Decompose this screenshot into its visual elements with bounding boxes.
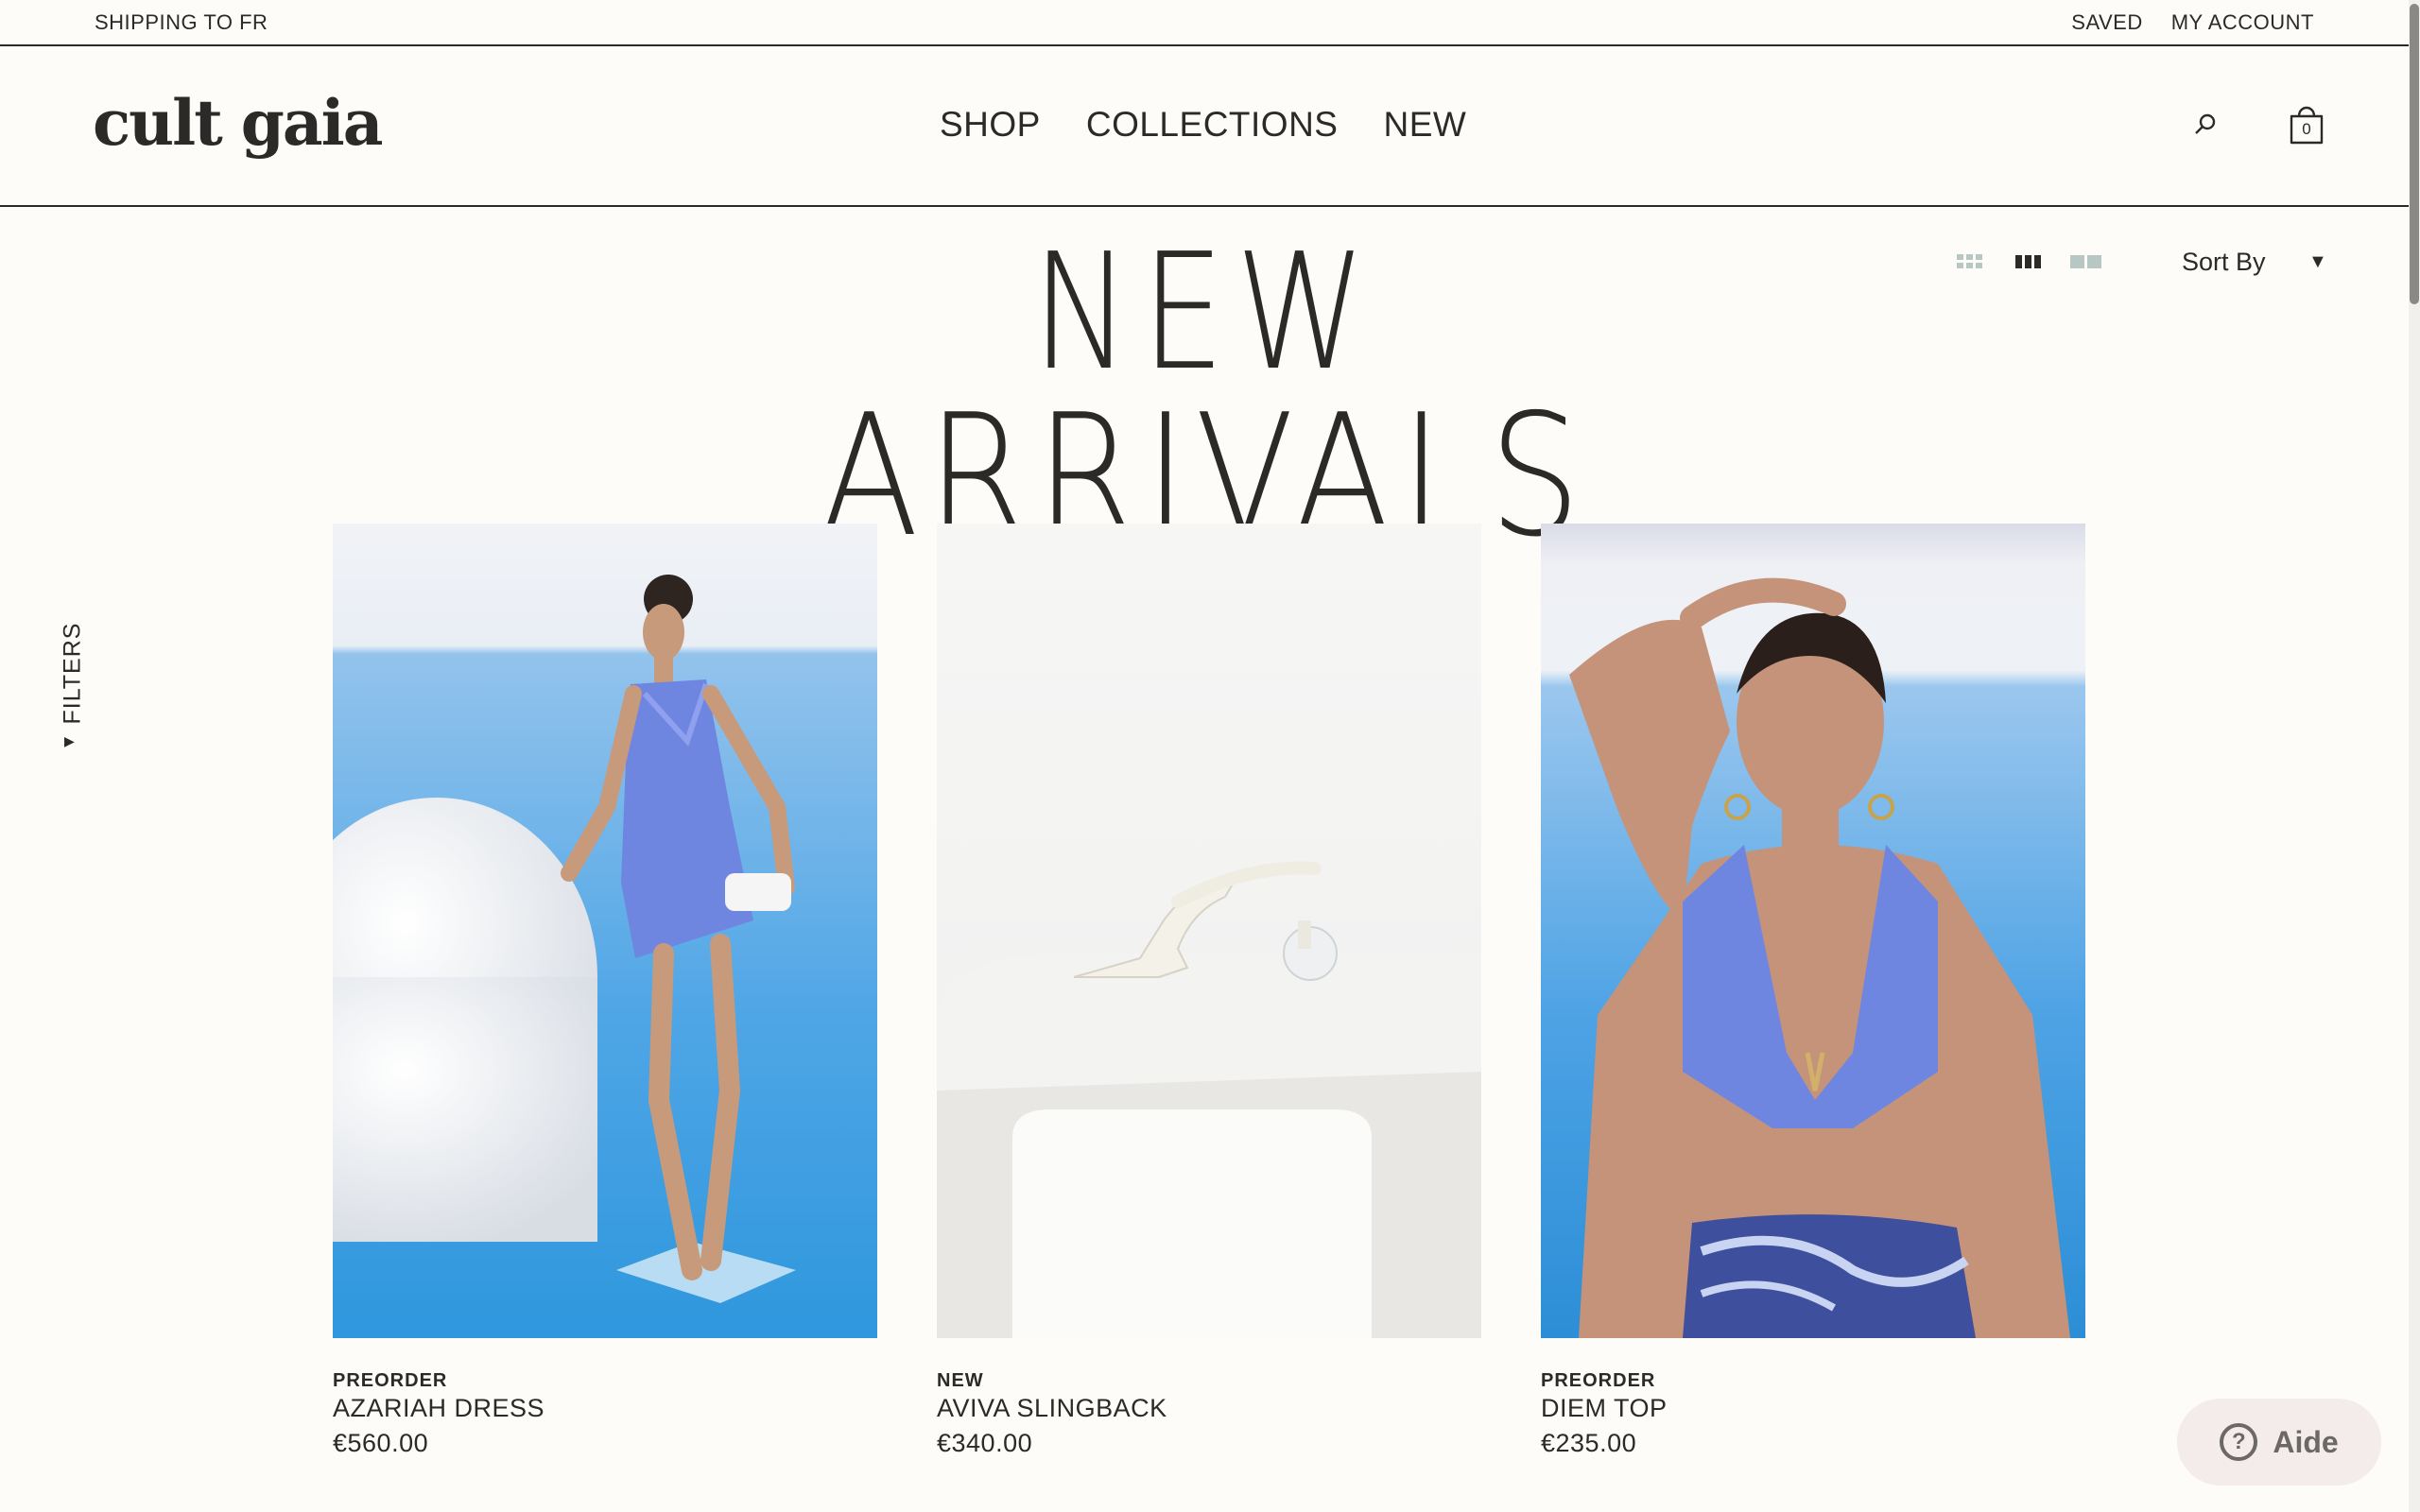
product-image[interactable] [1541,524,2085,1338]
product-card[interactable]: NEW AVIVA SLINGBACK €340.00 [937,524,1481,1458]
product-price: €560.00 [333,1429,429,1457]
chevron-down-icon[interactable]: ▼ [2308,251,2327,273]
filters-label: FILTERS [59,622,86,725]
my-account-link[interactable]: MY ACCOUNT [2171,10,2314,35]
product-image[interactable] [937,524,1481,1338]
help-label: Aide [2273,1424,2339,1459]
product-badge: NEW [937,1370,984,1391]
product-name[interactable]: AVIVA SLINGBACK [937,1394,1481,1423]
search-icon[interactable] [2191,111,2220,139]
nav-shop[interactable]: SHOP [940,105,1041,145]
product-name[interactable]: AZARIAH DRESS [333,1394,877,1423]
filters-toggle[interactable]: FILTERS ▶ [55,612,93,764]
scrollbar-thumb[interactable] [2410,4,2419,304]
product-badge: PREORDER [333,1370,448,1391]
bag-count: 0 [2302,120,2311,138]
nav-new[interactable]: NEW [1383,105,1466,145]
brand-logo[interactable]: cult gaia [93,86,383,160]
site-header: cult gaia SHOP COLLECTIONS NEW 0 [0,46,2409,207]
caret-right-icon: ▶ [64,733,75,748]
product-card[interactable]: PREORDER AZARIAH DRESS €560.00 [333,524,877,1458]
shopping-bag-icon[interactable]: 0 [2288,99,2325,146]
nav-collections[interactable]: COLLECTIONS [1086,105,1339,145]
question-icon: ? [2220,1423,2258,1461]
shipping-link[interactable]: SHIPPING TO FR [95,10,268,35]
product-badge: PREORDER [1541,1370,1656,1391]
sort-by-dropdown[interactable]: Sort By [2182,248,2266,277]
help-button[interactable]: ? Aide [2177,1399,2381,1486]
utility-bar: SHIPPING TO FR SAVED MY ACCOUNT [0,0,2409,46]
main-nav: SHOP COLLECTIONS NEW [940,105,1466,145]
product-name[interactable]: DIEM TOP [1541,1394,2085,1423]
product-image[interactable] [333,524,877,1338]
saved-link[interactable]: SAVED [2071,10,2142,35]
utility-links: SAVED MY ACCOUNT [2071,10,2314,35]
product-price: €235.00 [1541,1429,1637,1457]
product-price: €340.00 [937,1429,1033,1457]
product-card[interactable]: PREORDER DIEM TOP €235.00 [1541,524,2085,1458]
